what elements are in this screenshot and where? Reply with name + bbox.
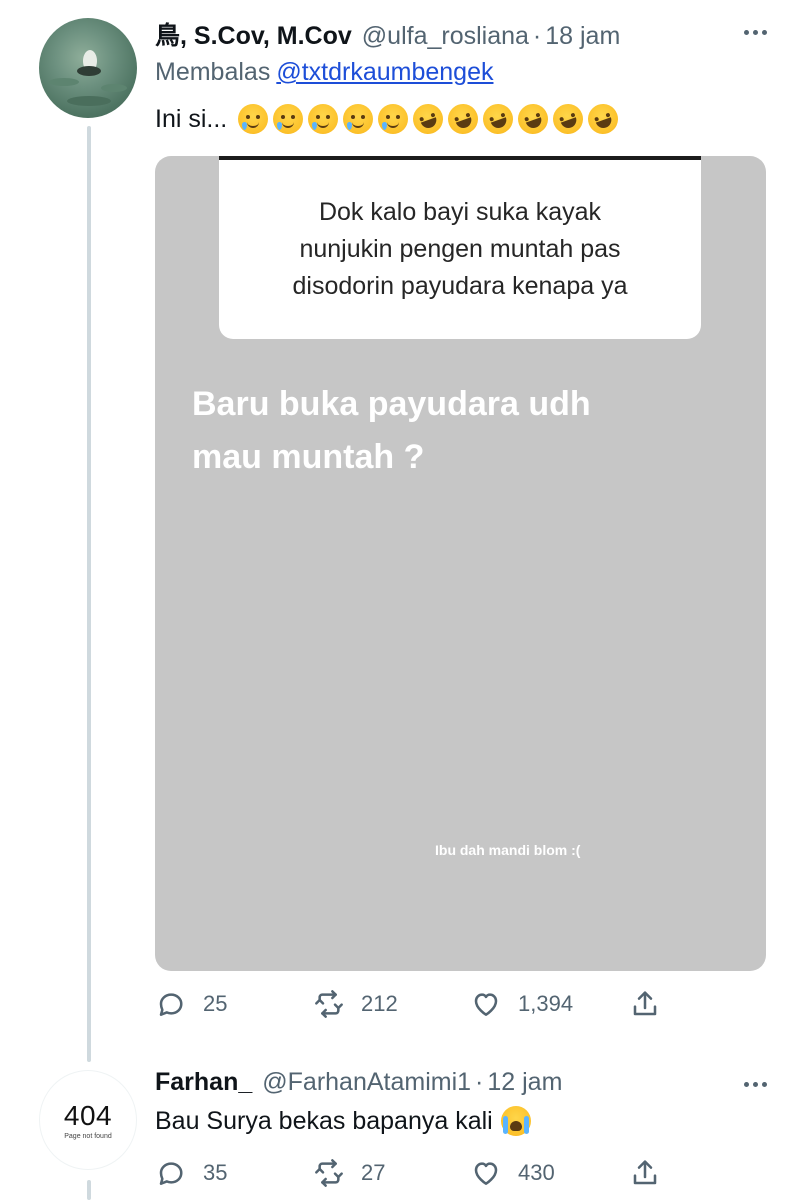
reply-icon xyxy=(159,993,183,1016)
reply-icon xyxy=(159,1162,183,1185)
question-card: Dok kalo bayi suka kayak nunjukin pengen… xyxy=(219,156,701,339)
rolling-on-the-floor-laughing-icon xyxy=(479,99,518,139)
display-name[interactable]: 鳥, S.Cov, M.Cov xyxy=(155,16,352,52)
thread-connector-line xyxy=(87,126,91,1062)
face-holding-back-tears-icon xyxy=(238,104,269,134)
rolling-on-the-floor-laughing-icon xyxy=(409,99,448,139)
face-holding-back-tears-icon xyxy=(343,104,374,134)
replying-to-link[interactable]: @txtdrkaumbengek xyxy=(276,58,493,86)
share-button[interactable] xyxy=(629,1157,661,1189)
timestamp[interactable]: 18 jam xyxy=(545,22,620,51)
username[interactable]: @FarhanAtamimi1 xyxy=(262,1068,471,1097)
loudly-crying-face-icon xyxy=(500,1106,531,1136)
more-options-icon[interactable] xyxy=(744,30,767,35)
separator-dot: · xyxy=(475,1068,484,1096)
like-button[interactable]: 430 xyxy=(470,1157,555,1189)
question-text: Dok kalo bayi suka kayak nunjukin pengen… xyxy=(292,198,628,300)
face-holding-back-tears-icon xyxy=(308,104,339,134)
avatar-404-text: 404 xyxy=(63,1099,113,1131)
answer-text: Baru buka payudara udh mau muntah ? xyxy=(192,385,591,476)
heart-icon xyxy=(474,993,498,1016)
caption-text: Ibu dah mandi blom :( xyxy=(435,842,581,858)
display-name[interactable]: Farhan_ xyxy=(155,1068,252,1097)
more-options-icon[interactable] xyxy=(744,1082,767,1087)
retweet-count: 212 xyxy=(361,991,398,1016)
reply-button[interactable]: 25 xyxy=(155,988,227,1020)
tweet-media-image[interactable]: Dok kalo bayi suka kayak nunjukin pengen… xyxy=(155,156,766,971)
share-icon xyxy=(633,1160,657,1185)
retweet-button[interactable]: 27 xyxy=(313,1157,385,1189)
like-button[interactable]: 1,394 xyxy=(470,988,573,1020)
avatar-subtext: Page not found xyxy=(64,1132,112,1140)
heart-icon xyxy=(474,1162,498,1185)
rolling-on-the-floor-laughing-icon xyxy=(584,99,623,139)
reply-button[interactable]: 35 xyxy=(155,1157,227,1189)
rolling-on-the-floor-laughing-icon xyxy=(444,99,483,139)
reply-count: 35 xyxy=(203,1160,228,1185)
avatar[interactable]: 404 Page not found xyxy=(39,1070,137,1170)
tweet-text-content: Ini si... xyxy=(155,104,228,133)
separator-dot: · xyxy=(532,22,542,50)
rolling-on-the-floor-laughing-icon xyxy=(549,99,588,139)
replying-to: Membalas @txtdrkaumbengek xyxy=(155,58,493,87)
share-button[interactable] xyxy=(629,988,661,1020)
username[interactable]: @ulfa_rosliana xyxy=(362,22,529,51)
tweet-text: Bau Surya bekas bapanya kali xyxy=(155,1106,531,1136)
tweet-text-content: Bau Surya bekas bapanya kali xyxy=(155,1106,493,1135)
timestamp[interactable]: 12 jam xyxy=(487,1068,562,1097)
retweet-button[interactable]: 212 xyxy=(313,988,398,1020)
reply-count: 25 xyxy=(203,991,228,1016)
retweet-icon xyxy=(315,990,343,1018)
like-count: 430 xyxy=(518,1160,555,1185)
thread-connector-line xyxy=(87,1180,91,1200)
share-icon xyxy=(633,991,657,1016)
like-count: 1,394 xyxy=(518,991,574,1016)
rolling-on-the-floor-laughing-icon xyxy=(514,99,553,139)
retweet-icon xyxy=(315,1159,343,1187)
avatar[interactable] xyxy=(39,18,137,118)
face-holding-back-tears-icon xyxy=(378,104,409,134)
tweet-text: Ini si... xyxy=(155,99,623,139)
face-holding-back-tears-icon xyxy=(273,104,304,134)
tweet-header: Farhan_ @FarhanAtamimi1 · 12 jam xyxy=(155,1068,562,1098)
tweet-header: 鳥, S.Cov, M.Cov @ulfa_rosliana · 18 jam xyxy=(155,16,620,50)
replying-to-label: Membalas xyxy=(155,58,271,86)
retweet-count: 27 xyxy=(361,1160,386,1185)
